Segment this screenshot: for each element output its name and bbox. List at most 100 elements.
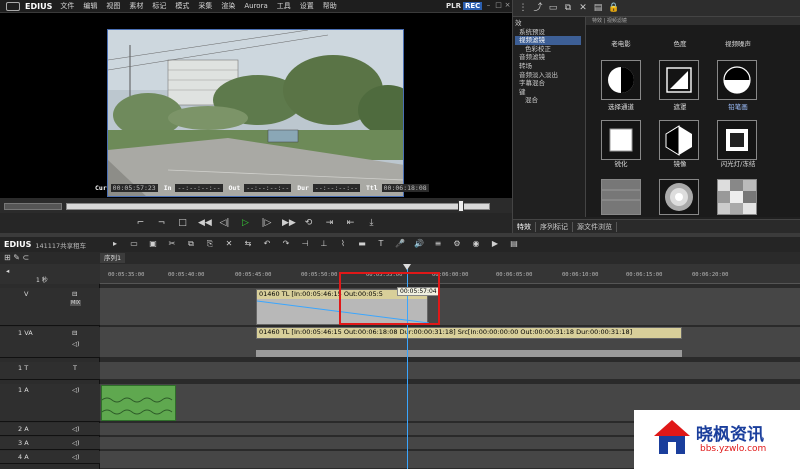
speaker-icon[interactable]: ◁) [72,340,80,348]
shuttle-slider[interactable] [4,203,62,210]
tree-item[interactable]: 系统预设 [515,28,581,37]
export-icon[interactable]: ▶ [490,238,500,250]
tab-source-browser[interactable]: 源文件浏览 [573,221,617,232]
expand-icon[interactable]: ◂ [6,267,9,275]
speaker-icon[interactable]: ◁) [72,439,80,447]
audio-clip-1a[interactable] [101,385,176,421]
cut-icon[interactable]: ✂ [167,238,177,250]
save-icon[interactable]: ▣ [148,238,158,250]
close-icon[interactable]: × [503,1,512,10]
menu-render[interactable]: 渲染 [221,1,235,11]
menu-marker[interactable]: 标记 [152,1,166,11]
overwrite-icon[interactable]: ⇤ [345,218,356,229]
mixer-icon[interactable]: ≡ [433,238,443,250]
menu-file[interactable]: 文件 [60,1,74,11]
marker-icon[interactable]: ⌇ [338,238,348,250]
plr-mode-button[interactable]: PLR [446,2,461,10]
set-in-icon[interactable]: ⌐ [135,218,146,229]
set-out-icon[interactable]: ¬ [156,218,167,229]
track-head-1a[interactable]: 1 A ◁) [0,384,100,422]
position-slider[interactable] [66,203,490,210]
tree-item[interactable]: 字幕混合 [515,79,581,88]
time-ruler[interactable]: 00:05:35:00 00:05:40:00 00:05:45:00 00:0… [100,264,800,284]
new-sequence-icon[interactable]: ▸ [110,238,120,250]
track-display-icon[interactable]: ⊟ [72,290,77,298]
track-head-v[interactable]: V ⊟ MIX [0,288,100,326]
new-folder-icon[interactable]: ▭ [548,3,558,13]
tree-item[interactable]: 音频滤镜 [515,53,581,62]
tree-item[interactable]: 混合 [515,96,581,105]
add-edit-icon[interactable]: ⊣ [300,238,310,250]
export-icon[interactable]: ⤓ [366,218,377,229]
sequence-tab[interactable]: 序列1 [100,253,126,263]
track-tools-icon[interactable]: ⊞ ✎ ⊂ [4,253,29,262]
ripple-icon[interactable]: ⇆ [243,238,253,250]
strobe-icon[interactable] [717,120,757,160]
tab-effects[interactable]: 特效 [513,221,536,232]
rec-mode-button[interactable]: REC [463,2,483,10]
track-head-2a[interactable]: 2 A ◁) [0,423,100,436]
speaker-icon[interactable]: ◁) [72,453,80,461]
menu-edit[interactable]: 编辑 [83,1,97,11]
mirror-icon[interactable] [659,120,699,160]
menu-settings[interactable]: 设置 [300,1,314,11]
audio-clip-1va[interactable] [256,350,682,357]
play-icon[interactable]: ▷ [240,218,251,229]
open-icon[interactable]: ▭ [129,238,139,250]
video-clip-1va[interactable]: 01460 TL [In:00:05:46:15 Out:00:06:18:08… [256,327,682,339]
undo-icon[interactable]: ↶ [262,238,272,250]
menu-view[interactable]: 视图 [106,1,120,11]
microphone-icon[interactable]: 🎤 [395,238,405,250]
snap-icon[interactable]: ⊥ [319,238,329,250]
track-head-4a[interactable]: 4 A ◁) [0,451,100,464]
pencil-sketch-icon[interactable] [717,60,757,100]
track-head-3a[interactable]: 3 A ◁) [0,437,100,450]
rewind-icon[interactable]: ◀◀ [198,218,212,229]
render-icon[interactable]: ◉ [471,238,481,250]
step-forward-icon[interactable]: |▷ [261,218,272,229]
maximize-icon[interactable]: □ [494,1,503,10]
menu-tools[interactable]: 工具 [277,1,291,11]
radial-blur-icon[interactable] [659,179,699,215]
menu-capture[interactable]: 采集 [198,1,212,11]
track-head-1va[interactable]: 1 VA ⊟ ◁) [0,327,100,358]
up-folder-icon[interactable]: ⤴ [533,3,543,13]
minimize-icon[interactable]: – [484,1,493,10]
menu-clip[interactable]: 素材 [129,1,143,11]
track-head-1t[interactable]: 1 T T [0,362,100,380]
speaker-icon[interactable]: ◁) [72,425,80,433]
tree-item-video-filters[interactable]: 视频滤镜 [515,36,581,45]
tree-item[interactable]: 效 [515,19,581,28]
layout-icon[interactable]: ▤ [509,238,519,250]
properties-icon[interactable]: ▤ [593,3,603,13]
copy-icon[interactable]: ⧉ [563,3,573,13]
delete-icon[interactable]: ✕ [224,238,234,250]
menu-mode[interactable]: 模式 [175,1,189,11]
track-display-icon[interactable]: ⊟ [72,329,77,337]
menu-aurora[interactable]: Aurora [244,2,267,10]
redo-icon[interactable]: ↷ [281,238,291,250]
insert-icon[interactable]: ⇥ [324,218,335,229]
delete-icon[interactable]: ✕ [578,3,588,13]
gradient-icon[interactable] [601,179,641,215]
settings-icon[interactable]: ⚙ [452,238,462,250]
tree-item[interactable]: 转场 [515,62,581,71]
tab-sequence-markers[interactable]: 序列标记 [536,221,573,232]
track-area-1t[interactable] [100,362,800,380]
step-back-icon[interactable]: ◁| [219,218,230,229]
speaker-icon[interactable]: ◁) [72,386,80,394]
sharpen-icon[interactable] [601,120,641,160]
playhead-handle[interactable] [403,264,411,270]
paste-icon[interactable]: ⎘ [205,238,215,250]
copy-icon[interactable]: ⧉ [186,238,196,250]
title-icon[interactable]: T [376,238,386,250]
mix-label[interactable]: MIX [70,300,82,306]
lock-icon[interactable]: 🔒 [608,3,619,13]
menu-help[interactable]: 帮助 [323,1,337,11]
mode-icon[interactable]: ▬ [357,238,367,250]
loop-icon[interactable]: ⟲ [303,218,314,229]
fast-forward-icon[interactable]: ▶▶ [282,218,296,229]
select-channel-icon[interactable] [601,60,641,100]
speaker-icon[interactable]: 🔊 [414,238,424,250]
stop-icon[interactable]: □ [177,218,188,229]
